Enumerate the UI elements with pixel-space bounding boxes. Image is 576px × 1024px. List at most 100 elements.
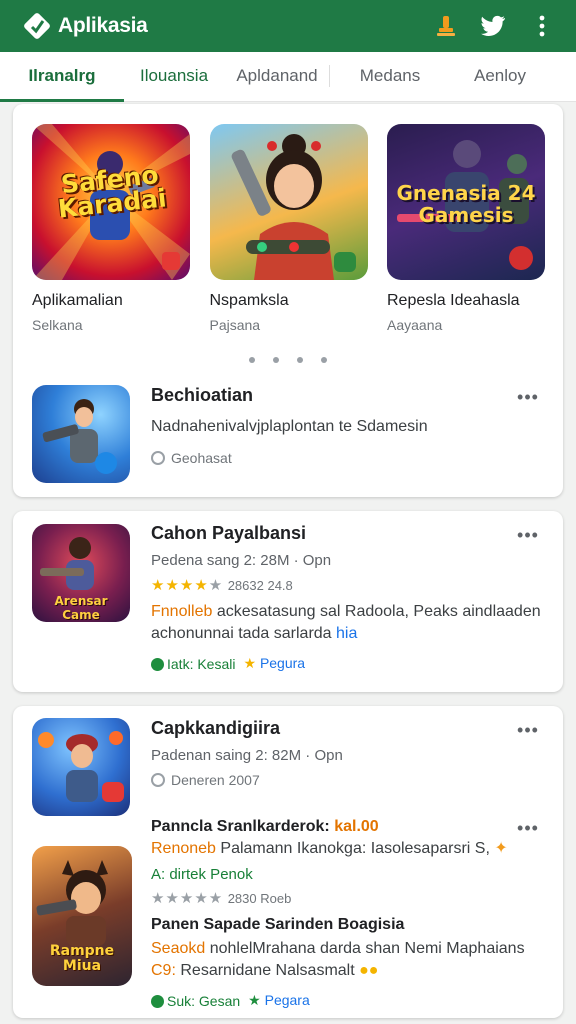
app-carousel: Safeno Karadai Aplikamalian Selkana Nspa… [13, 104, 563, 333]
tag-pegara[interactable]: ★ Pegara [248, 992, 310, 1009]
game-art-title: Gnenasia 24 Gamesis [396, 181, 536, 227]
rating-row: ★★★★★ 28632 24.8 [151, 576, 563, 595]
app-subtitle-2: Panen Sapade Sarinden Boagisia [151, 916, 405, 933]
carousel-item-title: Aplikamalian [32, 292, 123, 309]
carousel-item-subtitle: Selkana [32, 317, 83, 333]
tag-label: Pegara [264, 992, 310, 1008]
app-bar: Aplikasia [0, 0, 576, 52]
carousel-item[interactable]: Gnenasia 24 Gamesis Repesla Ideahasla Aa… [387, 124, 545, 333]
app-list-card: Arensar Came Cahon Payalbansi Pedena san… [13, 511, 563, 692]
app-icon: Arensar Came [32, 524, 130, 622]
tab-label: Apldanand [236, 66, 318, 85]
desc-line: Resarnidane Nalsasmalt [180, 962, 355, 979]
tab-ilouansia[interactable]: Ilouansia [124, 51, 224, 101]
pagination-dot[interactable] [273, 357, 279, 363]
pagination-dot[interactable] [321, 357, 327, 363]
desc-line: Palamann Ikanokga: Iasolesaparsri S, [220, 840, 490, 857]
desc-highlight: Seaokd [151, 940, 206, 957]
tag-label: Suk: Gesan [167, 992, 241, 1009]
app-list-item[interactable]: Rampne Miua Panncla Sranlkarderok: kal.0… [32, 818, 563, 1009]
featured-description: Nadnahenivalvjplaplontan te Sdamesin [151, 418, 428, 435]
tab-medans[interactable]: Medans [330, 51, 450, 101]
carousel-item[interactable]: Safeno Karadai Aplikamalian Selkana [32, 124, 190, 333]
tab-ilranalrg[interactable]: Ilranalrg [0, 51, 124, 102]
emoji-icon: ●● [359, 962, 379, 979]
featured-card: Safeno Karadai Aplikamalian Selkana Nspa… [13, 104, 563, 497]
desc-link[interactable]: hia [336, 625, 357, 642]
game-thumbnail: Safeno Karadai [32, 124, 190, 280]
tab-bar: Ilranalrg Ilouansia Apldanand Medans Aen… [0, 52, 576, 102]
desc-line: achonunnai tada sarlarda [151, 625, 332, 642]
game-art-title: Rampne Miua [49, 943, 115, 974]
desc-highlight: C9: [151, 962, 176, 979]
clock-icon [151, 773, 165, 787]
app-meta: Pedena sang 2: 28M · Opn [151, 552, 332, 569]
featured-title: Bechioatian [151, 385, 254, 405]
app-list-item[interactable]: Capkkandigiira Padenan saing 2: 82M · Op… [32, 718, 563, 818]
tab-label: Aenloy [474, 66, 526, 85]
carousel-item-title: Nspamksla [209, 292, 289, 309]
app-list-item[interactable]: Arensar Came Cahon Payalbansi Pedena san… [32, 523, 563, 672]
more-options-icon[interactable]: ••• [513, 818, 543, 838]
tag-gesan[interactable]: Suk: Gesan [151, 993, 240, 1009]
rating-count: 2830 Roeb [227, 891, 292, 906]
tab-aenloy[interactable]: Aenloy [450, 51, 550, 101]
emoji-icon: ✦ [494, 840, 508, 857]
game-thumbnail: Gnenasia 24 Gamesis [387, 124, 545, 280]
app-title: Aplikasia [58, 14, 148, 37]
app-tags: Suk: Gesan ★ Pegara [151, 992, 563, 1009]
pagination-dot[interactable] [297, 357, 303, 363]
star-rating-icon: ★★★★★ [151, 890, 224, 907]
carousel-item-subtitle: Pajsana [209, 317, 261, 333]
rating-row: ★★★★★ 2830 Roeb [151, 889, 563, 908]
app-icon [32, 385, 130, 483]
app-logo-icon[interactable] [22, 11, 52, 41]
pagination-dot[interactable] [249, 357, 255, 363]
sub-title-highlight: kal.00 [334, 818, 379, 835]
tag-pegura[interactable]: ★ Pegura [243, 655, 305, 672]
tab-apldanand[interactable]: Apldanand [224, 51, 330, 101]
highlight-line: A: dirtek Penok [151, 866, 253, 883]
app-list-card: Capkkandigiira Padenan saing 2: 82M · Op… [13, 706, 563, 1018]
app-title: Capkkandigiira [151, 718, 281, 738]
game-thumbnail [209, 124, 368, 280]
tab-label: Ilranalrg [28, 66, 96, 85]
desc-highlight: Renoneb [151, 840, 216, 857]
app-title: Cahon Payalbansi [151, 523, 307, 543]
rating-count: 28632 24.8 [227, 578, 293, 593]
desc-highlight: Fnnolleb [151, 603, 213, 620]
featured-row[interactable]: Bechioatian Nadnahenivalvjplaplontan te … [32, 385, 563, 483]
carousel-item-subtitle: Aayaana [387, 317, 443, 333]
star-rating-icon: ★★★★★ [151, 577, 224, 594]
carousel-item[interactable]: Nspamksla Pajsana [209, 124, 368, 333]
trophy-icon[interactable] [426, 6, 466, 46]
carousel-pagination [13, 357, 563, 363]
bird-icon[interactable] [474, 6, 514, 46]
app-description: Fnnolleb ackesatasung sal Radoola, Peaks… [151, 601, 563, 645]
app-description: Renoneb Palamann Ikanokga: Iasolesaparsr… [151, 838, 563, 860]
app-date: Deneren 2007 [171, 772, 260, 788]
desc-line: ackesatasung sal Radoola, Peaks aindlaad… [216, 603, 541, 620]
tab-label: Ilouansia [139, 66, 209, 85]
app-meta: Padenan saing 2: 82M · Opn [151, 747, 343, 764]
tab-label: Medans [359, 66, 421, 85]
sub-title: Panncla Sranlkarderok: kal.00 [151, 818, 563, 836]
app-icon: Rampne Miua [32, 846, 132, 986]
more-options-icon[interactable]: ••• [513, 525, 543, 545]
more-options-icon[interactable]: ••• [513, 387, 543, 407]
featured-meta: Geohasat [171, 450, 232, 466]
carousel-item-title: Repesla Ideahasla [387, 292, 520, 309]
star-icon: ★ [248, 992, 261, 1008]
clock-icon [151, 451, 165, 465]
more-options-icon[interactable]: ••• [513, 720, 543, 740]
green-dot-icon [151, 994, 164, 1008]
more-vert-icon[interactable] [522, 6, 562, 46]
tag-label: Pegura [259, 655, 306, 671]
green-dot-icon [151, 657, 164, 671]
star-icon: ★ [243, 655, 257, 671]
sub-title-text: Panncla Sranlkarderok: [151, 818, 330, 835]
app-description-2: Seaokd nohlelMrahana darda shan Nemi Map… [151, 938, 563, 982]
desc-line: nohlelMrahana darda shan Nemi Maphaians [209, 940, 525, 957]
tag-kesali[interactable]: Iatk: Kesali [151, 656, 235, 672]
tag-label: Iatk: Kesali [167, 655, 236, 672]
